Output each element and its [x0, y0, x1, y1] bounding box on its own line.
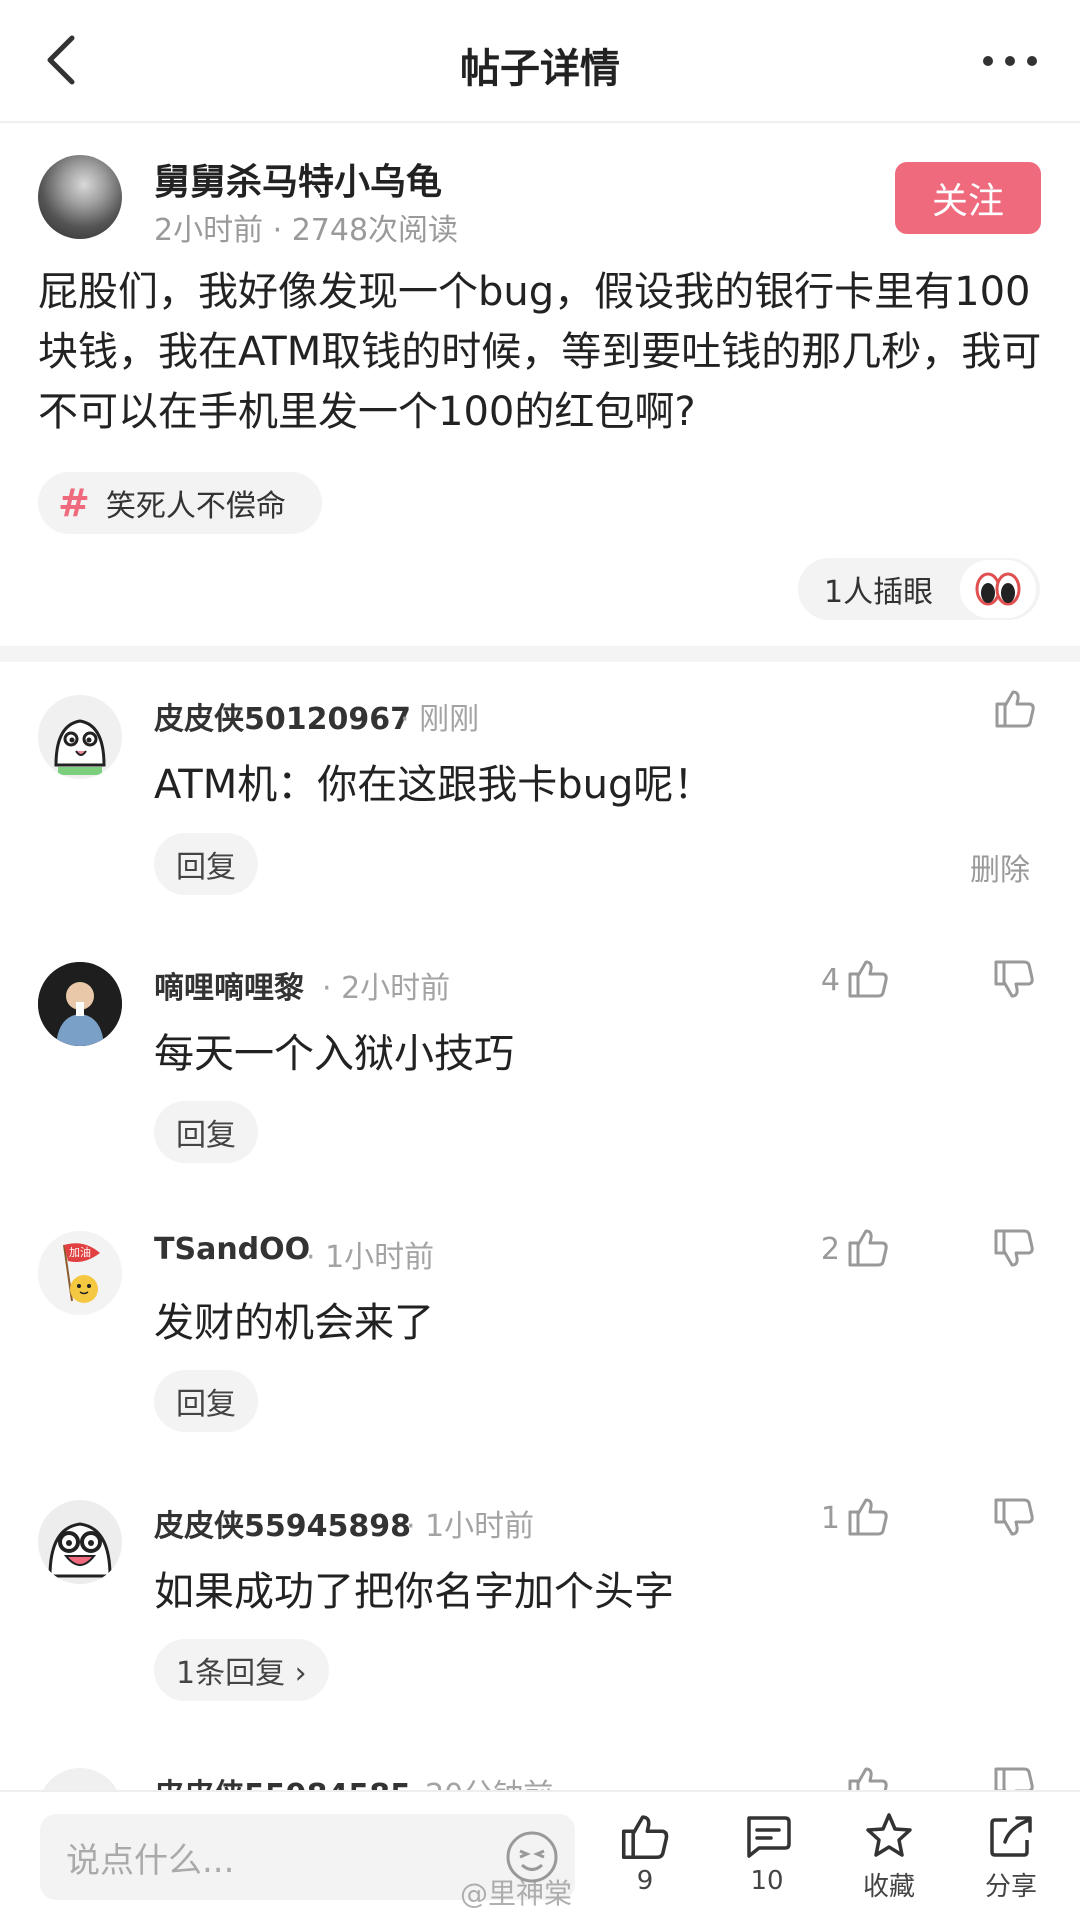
- thumbs-up-icon[interactable]: [846, 1494, 890, 1538]
- comment-text: 发财的机会来了: [154, 1300, 434, 1346]
- thumbs-down-icon[interactable]: [992, 1227, 1036, 1271]
- glance-counter[interactable]: 1人插眼: [798, 558, 1040, 620]
- comment-text: 每天一个入狱小技巧: [154, 1031, 514, 1077]
- favorite-label: 收藏: [862, 1872, 915, 1902]
- eyes-icon[interactable]: [958, 558, 1038, 620]
- like-count: 1: [820, 1501, 840, 1536]
- thumbs-up-icon[interactable]: [846, 956, 890, 1000]
- comment-count: 10: [750, 1866, 784, 1896]
- comment-time: · 1小时前: [306, 1240, 435, 1275]
- comment-text: 如果成功了把你名字加个头字: [154, 1569, 674, 1615]
- post-author-avatar[interactable]: [38, 155, 122, 239]
- comment-time: · 2小时前: [322, 971, 451, 1006]
- share-action[interactable]: 分享: [956, 1810, 1066, 1903]
- comment-input-placeholder: 说点什么...: [66, 1840, 235, 1881]
- like-count: 2: [820, 1232, 840, 1267]
- thumbs-up-icon: [621, 1815, 669, 1860]
- comment-avatar[interactable]: [38, 962, 122, 1046]
- page-title: 帖子详情: [460, 46, 620, 92]
- comment-author-name[interactable]: 皮皮侠50120967: [154, 694, 411, 738]
- hashtag-icon: #: [58, 481, 90, 525]
- like-count: 4: [820, 963, 840, 998]
- like-count: 9: [636, 1866, 654, 1896]
- comment-avatar[interactable]: [38, 1500, 122, 1584]
- view-replies-button[interactable]: 1条回复 ›: [154, 1639, 329, 1701]
- share-icon: [990, 1816, 1032, 1857]
- top-nav-bar: 帖子详情: [0, 0, 1080, 123]
- comment-avatar[interactable]: [38, 695, 122, 779]
- thumbs-up-icon[interactable]: [993, 686, 1037, 730]
- star-icon: [866, 1813, 912, 1857]
- comment-author-name[interactable]: 嘀哩嘀哩黎: [154, 963, 304, 1007]
- delete-button[interactable]: 删除: [970, 845, 1030, 889]
- comment-avatar[interactable]: 加油: [38, 1231, 122, 1315]
- thumbs-down-icon[interactable]: [992, 1496, 1036, 1540]
- reply-button[interactable]: 回复: [154, 833, 258, 895]
- more-options-icon[interactable]: [980, 46, 1040, 76]
- comment-action[interactable]: 10: [712, 1810, 822, 1896]
- comment-time: · 刚刚: [400, 702, 480, 737]
- comment-author-name[interactable]: 皮皮侠55945898: [154, 1501, 411, 1545]
- favorite-action[interactable]: 收藏: [834, 1810, 944, 1903]
- share-label: 分享: [984, 1872, 1037, 1902]
- comment-bubble-icon: [747, 1816, 791, 1858]
- thumbs-down-icon[interactable]: [992, 958, 1036, 1002]
- post-content: 屁股们，我好像发现一个bug，假设我的银行卡里有100块钱，我在ATM取钱的时候…: [38, 269, 1042, 435]
- flag-text: 加油: [69, 1245, 91, 1259]
- reply-button[interactable]: 回复: [154, 1101, 258, 1163]
- section-divider: [0, 646, 1080, 662]
- post-author-name[interactable]: 舅舅杀马特小乌龟: [154, 153, 442, 205]
- comment-text: ATM机：你在这跟我卡bug呢！: [154, 762, 714, 808]
- watermark-text: @里神棠: [460, 1877, 573, 1910]
- comment-time: · 1小时前: [406, 1509, 535, 1544]
- follow-button[interactable]: 关注: [895, 162, 1041, 234]
- comment-author-name[interactable]: TSandOO: [154, 1232, 310, 1267]
- topic-tag-label: 笑死人不偿命: [105, 489, 286, 524]
- glance-label: 1人插眼: [824, 575, 934, 610]
- reply-button[interactable]: 回复: [154, 1370, 258, 1432]
- post-meta: 2小时前 · 2748次阅读: [154, 213, 459, 248]
- thumbs-up-icon[interactable]: [846, 1225, 890, 1269]
- topic-tag[interactable]: # 笑死人不偿命: [38, 472, 322, 534]
- like-action[interactable]: 9: [590, 1810, 700, 1896]
